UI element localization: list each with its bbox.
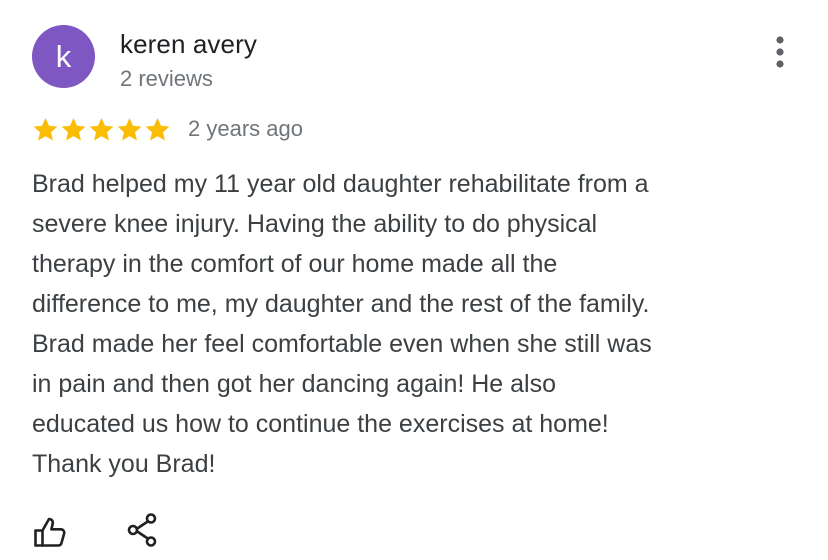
avatar[interactable]: k <box>32 25 95 88</box>
star-icon <box>145 117 170 141</box>
share-button[interactable] <box>122 510 162 550</box>
star-rating <box>32 116 171 143</box>
star-icon <box>33 117 58 141</box>
review-count: 2 reviews <box>120 66 213 91</box>
review-card: k keren avery 2 reviews 2 years ago Brad… <box>0 0 828 560</box>
review-text: Brad helped my 11 year old daughter reha… <box>32 170 652 478</box>
star-icon <box>117 117 142 141</box>
more-options-button[interactable] <box>760 30 800 74</box>
like-button[interactable] <box>30 512 70 552</box>
share-icon <box>127 513 157 547</box>
star-icon <box>89 117 114 141</box>
author-name[interactable]: keren avery <box>120 29 257 60</box>
avatar-letter: k <box>55 39 72 74</box>
thumb-up-icon <box>34 517 66 547</box>
star-icon <box>61 117 86 141</box>
more-vert-icon <box>776 36 784 68</box>
rating-row: 2 years ago <box>32 112 303 146</box>
review-date: 2 years ago <box>188 116 303 141</box>
